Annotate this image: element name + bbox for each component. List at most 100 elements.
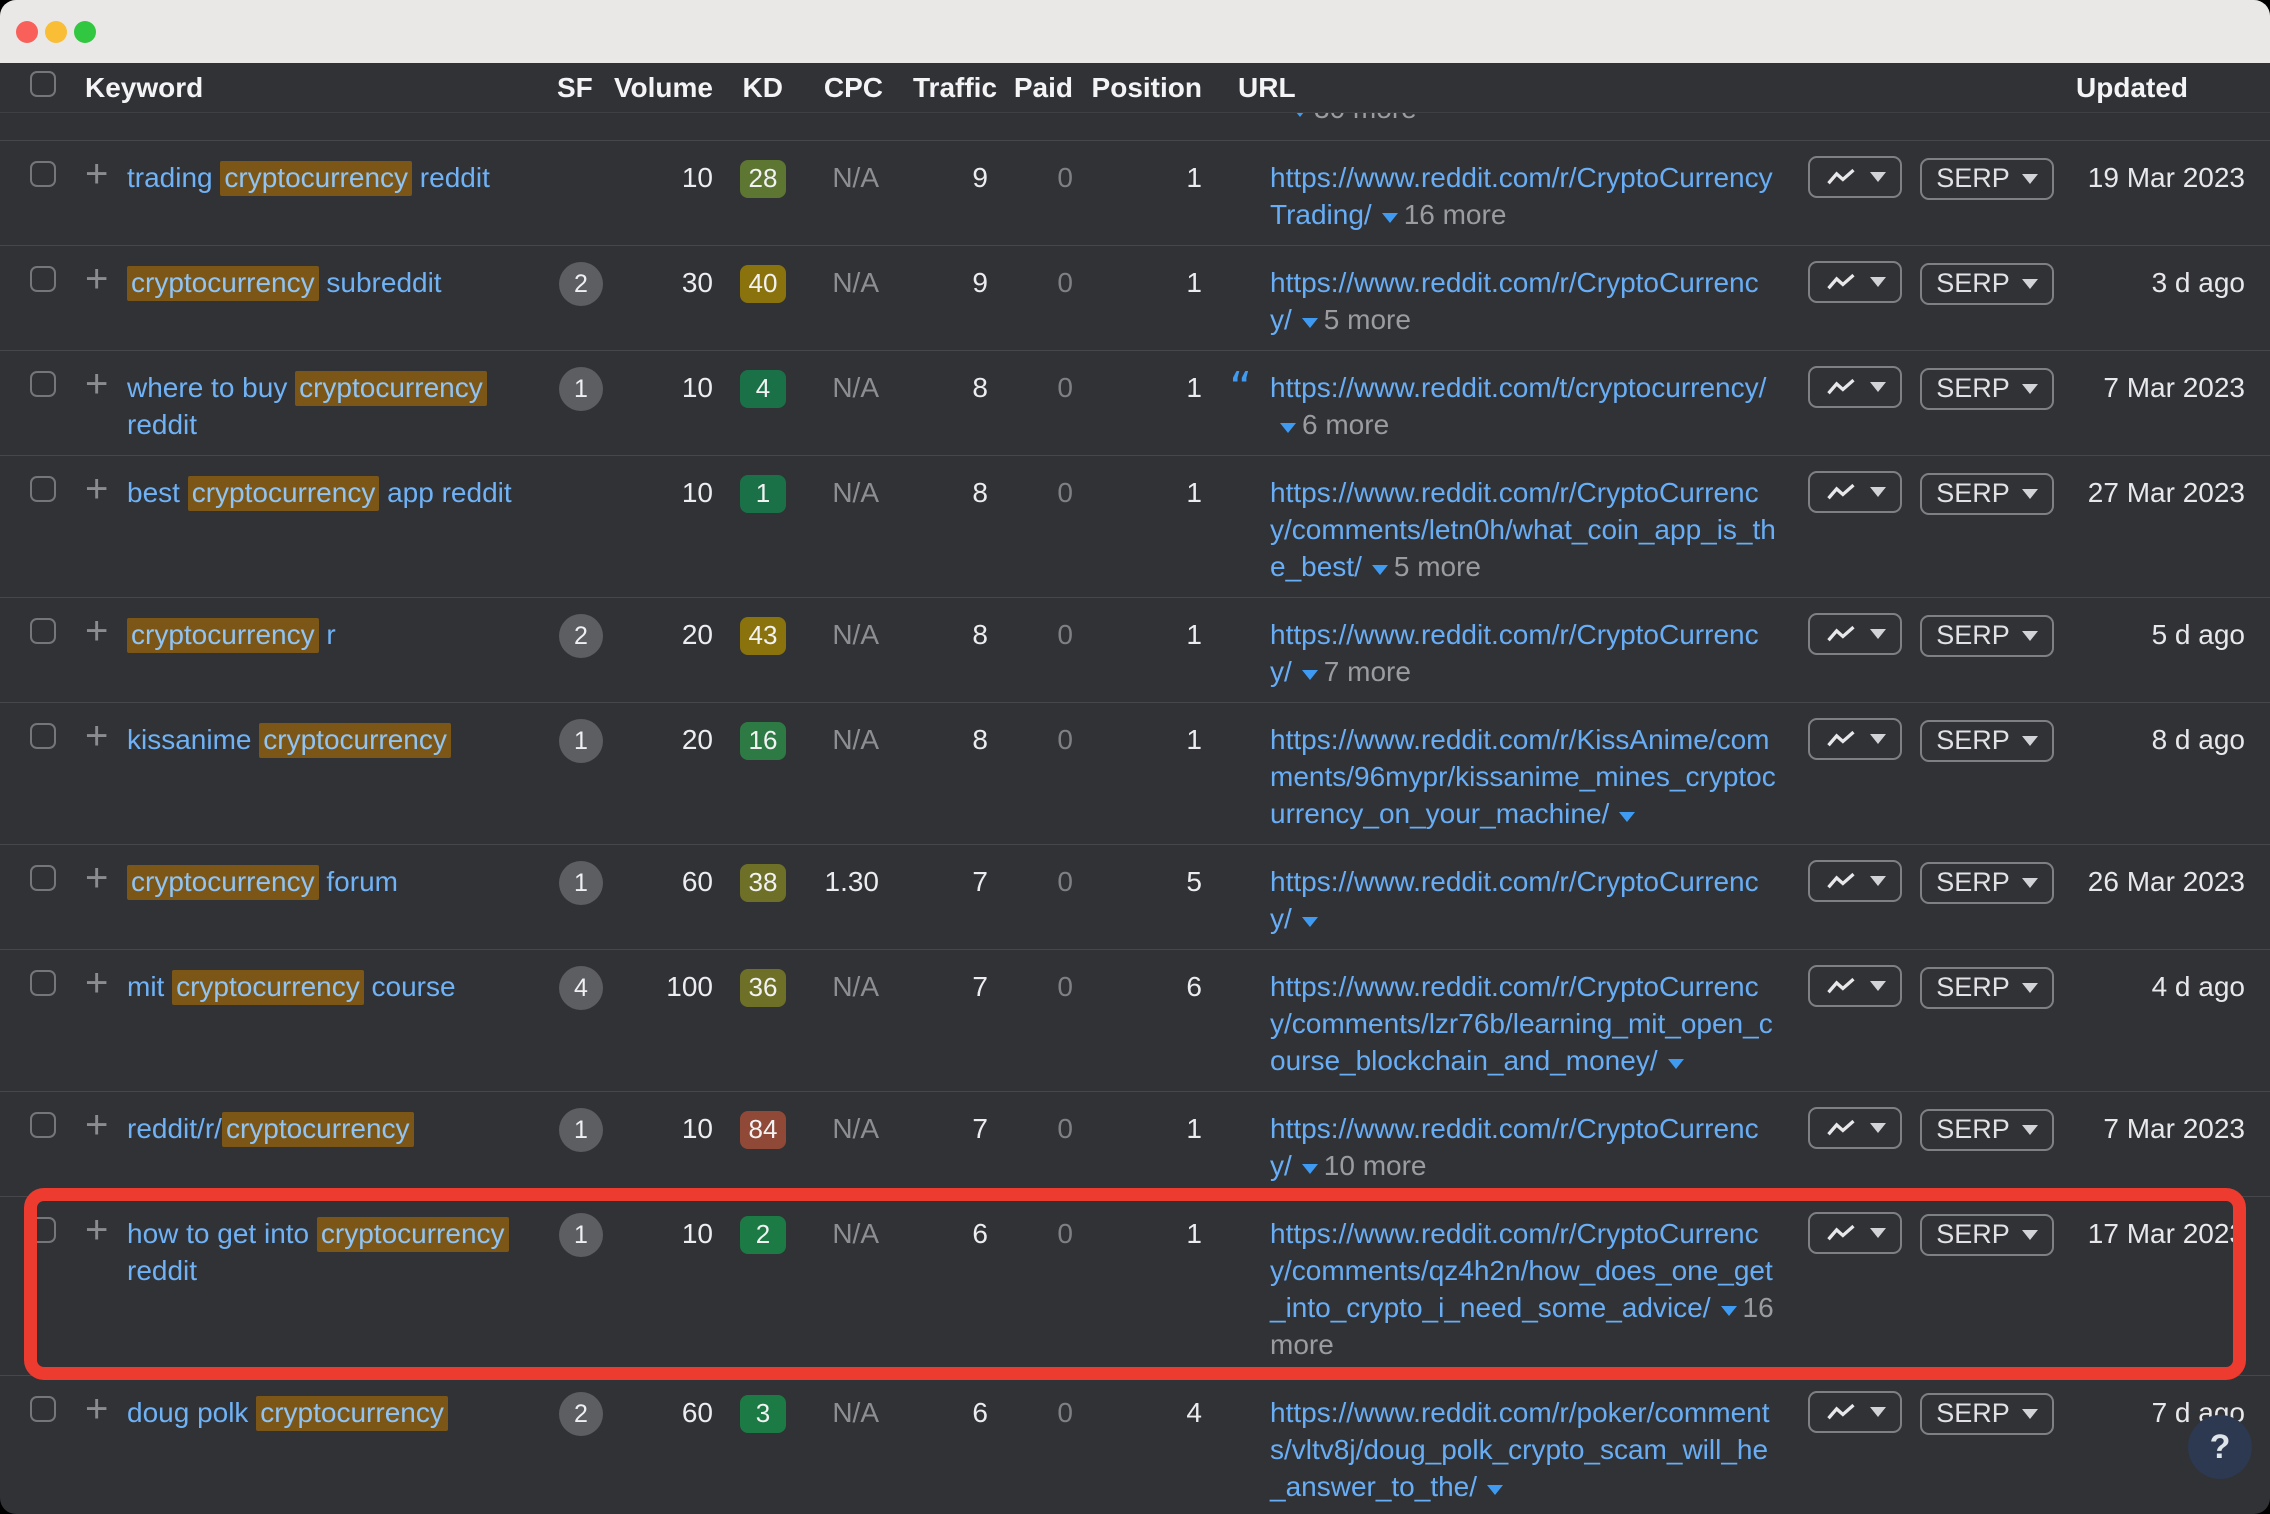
column-header-updated[interactable]: Updated: [2063, 72, 2270, 104]
chevron-down-icon[interactable]: [1668, 1059, 1684, 1069]
result-url-link[interactable]: https://www.reddit.com/r/CryptoCurrency/: [1270, 866, 1759, 934]
chevron-down-icon[interactable]: [1302, 1164, 1318, 1174]
result-url-link[interactable]: https://www.reddit.com/r/CryptoCurrency/…: [1270, 477, 1776, 582]
serp-button[interactable]: SERP: [1920, 1393, 2054, 1435]
add-keyword-icon[interactable]: +: [85, 721, 108, 751]
chevron-down-icon[interactable]: [1721, 1306, 1737, 1316]
more-urls-link[interactable]: 16 more: [1404, 199, 1507, 230]
volume-value: 10: [605, 1215, 713, 1252]
row-checkbox[interactable]: [30, 371, 56, 397]
serp-button[interactable]: SERP: [1920, 368, 2054, 410]
row-checkbox[interactable]: [30, 970, 56, 996]
serp-button[interactable]: SERP: [1920, 473, 2054, 515]
keyword-link[interactable]: kissanime cryptocurrency: [127, 721, 557, 758]
chevron-down-icon[interactable]: [1372, 565, 1388, 575]
more-urls-link[interactable]: 5 more: [1324, 304, 1411, 335]
chevron-down-icon[interactable]: [1382, 213, 1398, 223]
more-urls-link[interactable]: 7 more: [1324, 656, 1411, 687]
serp-button[interactable]: SERP: [1920, 615, 2054, 657]
chevron-down-icon[interactable]: [1292, 113, 1308, 117]
position-history-button[interactable]: [1808, 1212, 1902, 1254]
column-header-paid[interactable]: Paid: [1008, 72, 1088, 104]
more-urls-link[interactable]: 30 more: [1314, 113, 1417, 124]
result-url-link[interactable]: https://www.reddit.com/r/CryptoCurrency/…: [1270, 1218, 1773, 1323]
row-checkbox[interactable]: [30, 723, 56, 749]
result-url-link[interactable]: https://www.reddit.com/r/poker/comments/…: [1270, 1397, 1770, 1502]
result-url-link[interactable]: https://www.reddit.com/r/CryptoCurrency/…: [1270, 971, 1773, 1076]
position-history-button[interactable]: [1808, 613, 1902, 655]
zoom-window-button[interactable]: [74, 21, 96, 43]
position-history-button[interactable]: [1808, 860, 1902, 902]
column-header-volume[interactable]: Volume: [605, 72, 713, 104]
keyword-link[interactable]: reddit/r/cryptocurrency: [127, 1110, 557, 1147]
position-history-button[interactable]: [1808, 965, 1902, 1007]
position-history-button[interactable]: [1808, 1107, 1902, 1149]
table-row: +where to buy cryptocurrency reddit1104N…: [0, 351, 2270, 456]
keyword-link[interactable]: cryptocurrency subreddit: [127, 264, 557, 301]
add-keyword-icon[interactable]: +: [85, 369, 108, 399]
help-button[interactable]: ?: [2188, 1415, 2252, 1479]
row-checkbox[interactable]: [30, 161, 56, 187]
chevron-down-icon[interactable]: [1619, 812, 1635, 822]
keyword-link[interactable]: mit cryptocurrency course: [127, 968, 557, 1005]
add-keyword-icon[interactable]: +: [85, 1215, 108, 1245]
row-checkbox[interactable]: [30, 266, 56, 292]
row-checkbox[interactable]: [30, 476, 56, 502]
keyword-link[interactable]: best cryptocurrency app reddit: [127, 474, 557, 511]
result-url-link[interactable]: https://www.reddit.com/r/CryptoCurrencyT…: [1270, 162, 1773, 230]
column-header-cpc[interactable]: CPC: [813, 72, 913, 104]
close-window-button[interactable]: [16, 21, 38, 43]
serp-button[interactable]: SERP: [1920, 1214, 2054, 1256]
position-history-button[interactable]: [1808, 261, 1902, 303]
serp-button-label: SERP: [1936, 620, 2010, 651]
row-checkbox[interactable]: [30, 1396, 56, 1422]
row-checkbox[interactable]: [30, 618, 56, 644]
row-checkbox[interactable]: [30, 1217, 56, 1243]
serp-button[interactable]: SERP: [1920, 720, 2054, 762]
serp-button[interactable]: SERP: [1920, 862, 2054, 904]
add-keyword-icon[interactable]: +: [85, 968, 108, 998]
chevron-down-icon[interactable]: [1487, 1485, 1503, 1495]
column-header-sf[interactable]: SF: [557, 72, 605, 104]
chevron-down-icon[interactable]: [1280, 423, 1296, 433]
add-keyword-icon[interactable]: +: [85, 474, 108, 504]
position-history-button[interactable]: [1808, 366, 1902, 408]
position-history-button[interactable]: [1808, 1391, 1902, 1433]
position-history-button[interactable]: [1808, 471, 1902, 513]
keyword-link[interactable]: cryptocurrency r: [127, 616, 557, 653]
add-keyword-icon[interactable]: +: [85, 1394, 108, 1424]
more-urls-link[interactable]: 6 more: [1302, 409, 1389, 440]
more-urls-link[interactable]: 10 more: [1324, 1150, 1427, 1181]
chevron-down-icon[interactable]: [1302, 917, 1318, 927]
column-header-traffic[interactable]: Traffic: [913, 72, 1008, 104]
add-keyword-icon[interactable]: +: [85, 616, 108, 646]
row-checkbox[interactable]: [30, 1112, 56, 1138]
column-header-url[interactable]: URL: [1213, 72, 1778, 104]
result-url-link[interactable]: https://www.reddit.com/r/KissAnime/comme…: [1270, 724, 1776, 829]
column-header-keyword[interactable]: Keyword: [85, 72, 557, 104]
add-keyword-icon[interactable]: +: [85, 1110, 108, 1140]
keyword-link[interactable]: cryptocurrency forum: [127, 863, 557, 900]
position-history-button[interactable]: [1808, 718, 1902, 760]
minimize-window-button[interactable]: [45, 21, 67, 43]
add-keyword-icon[interactable]: +: [85, 159, 108, 189]
column-header-kd[interactable]: KD: [713, 72, 813, 104]
chevron-down-icon[interactable]: [1302, 318, 1318, 328]
keyword-link[interactable]: doug polk cryptocurrency: [127, 1394, 557, 1431]
column-header-position[interactable]: Position: [1088, 72, 1213, 104]
add-keyword-icon[interactable]: +: [85, 264, 108, 294]
serp-button[interactable]: SERP: [1920, 158, 2054, 200]
serp-button[interactable]: SERP: [1920, 1109, 2054, 1151]
keyword-link[interactable]: how to get into cryptocurrency reddit: [127, 1215, 557, 1289]
serp-button[interactable]: SERP: [1920, 967, 2054, 1009]
position-history-button[interactable]: [1808, 156, 1902, 198]
add-keyword-icon[interactable]: +: [85, 863, 108, 893]
chevron-down-icon[interactable]: [1302, 670, 1318, 680]
serp-button[interactable]: SERP: [1920, 263, 2054, 305]
more-urls-link[interactable]: 5 more: [1394, 551, 1481, 582]
keyword-link[interactable]: where to buy cryptocurrency reddit: [127, 369, 557, 443]
row-checkbox[interactable]: [30, 865, 56, 891]
keyword-link[interactable]: trading cryptocurrency reddit: [127, 159, 557, 196]
result-url-link[interactable]: https://www.reddit.com/t/cryptocurrency/: [1270, 372, 1766, 403]
select-all-checkbox[interactable]: [30, 71, 56, 97]
